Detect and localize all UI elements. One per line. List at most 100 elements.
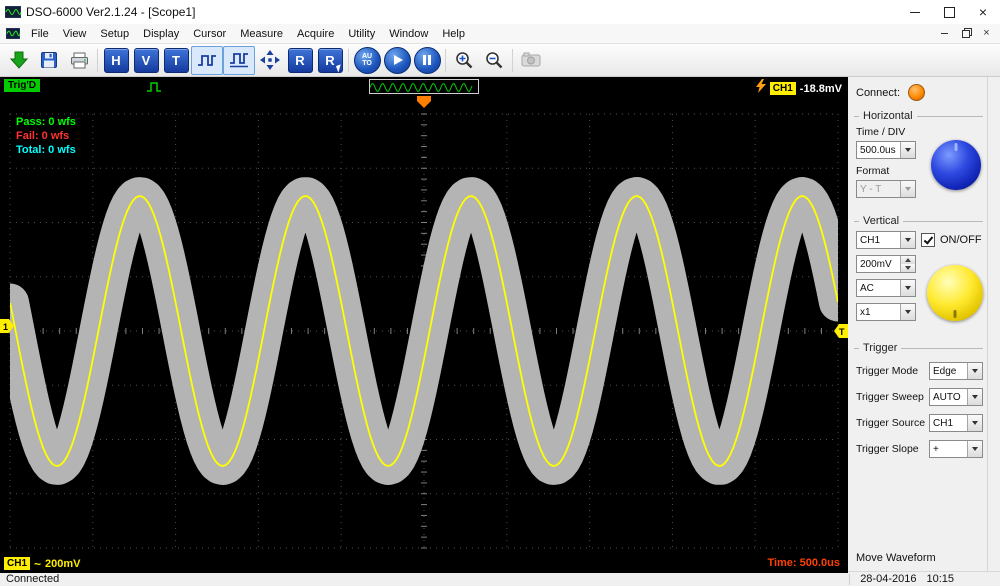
menu-cursor[interactable]: Cursor: [186, 24, 233, 43]
menu-view[interactable]: View: [56, 24, 94, 43]
menu-acquire[interactable]: Acquire: [290, 24, 341, 43]
probe-select[interactable]: x1: [856, 303, 916, 321]
dropdown-arrow-icon: [967, 441, 982, 457]
ch1-scale-readout: 200mV: [45, 558, 80, 570]
menu-measure[interactable]: Measure: [233, 24, 290, 43]
menu-help[interactable]: Help: [435, 24, 472, 43]
scope-bottom-bar: CH1 ~ 200mV Time: 500.0us: [0, 555, 848, 573]
scope-display[interactable]: Pass: 0 wfs Fail: 0 wfs Total: 0 wfs 1 T: [0, 95, 848, 555]
statusbar-divider: [849, 574, 850, 585]
connect-button[interactable]: [908, 84, 925, 101]
toolbar: H V T R R AUTO: [0, 44, 1000, 77]
trigger-mode-label: Trigger Mode: [856, 365, 929, 377]
zoom-out-icon: [484, 50, 504, 70]
knob-notch: [954, 310, 957, 318]
title-bar: DSO-6000 Ver2.1.24 - [Scope1] ×: [0, 0, 1000, 24]
pause-button[interactable]: [412, 47, 442, 74]
time-div-select[interactable]: 500.0us: [856, 141, 916, 159]
move-waveform-label: Move Waveform: [854, 550, 983, 568]
trig-level-value: -18.8mV: [800, 83, 842, 95]
trigger-sweep-select[interactable]: AUTO: [929, 388, 983, 406]
pass-fail-button[interactable]: [191, 46, 223, 75]
menu-setup[interactable]: Setup: [93, 24, 136, 43]
svg-text:T: T: [839, 327, 845, 337]
floppy-icon: [40, 51, 58, 69]
dropdown-arrow-icon: [900, 304, 915, 320]
timebase-readout: Time: 500.0us: [767, 557, 840, 569]
minimize-icon: [941, 33, 948, 34]
vertical-knob[interactable]: [927, 265, 983, 321]
print-button[interactable]: [64, 47, 94, 74]
control-panel: Connect: Horizontal Time / DIV 500.0us F…: [848, 77, 1000, 571]
trigger-mode-select[interactable]: Edge: [929, 362, 983, 380]
trigger-slope-select[interactable]: +: [929, 440, 983, 458]
restore-icon: [962, 30, 970, 38]
maximize-icon: [944, 7, 955, 18]
maximize-button[interactable]: [932, 0, 966, 24]
vertical-setup-button[interactable]: V: [131, 47, 161, 74]
status-bar: Connected 28-04-2016 10:15: [0, 571, 1000, 586]
minimize-icon: [910, 12, 920, 13]
close-icon: ×: [983, 28, 989, 39]
time-div-label: Time / DIV: [856, 126, 983, 138]
trigger-source-select[interactable]: CH1: [929, 414, 983, 432]
menu-file[interactable]: File: [24, 24, 56, 43]
window-title: DSO-6000 Ver2.1.24 - [Scope1]: [26, 5, 195, 19]
mdi-minimize-button[interactable]: [936, 27, 953, 41]
trigger-level-marker[interactable]: T: [834, 324, 848, 338]
pulse-icon: [197, 53, 217, 68]
snapshot-icon: [521, 52, 541, 68]
mdi-close-button[interactable]: ×: [978, 27, 995, 41]
coupling-symbol: ~: [34, 558, 41, 570]
knob-notch: [955, 143, 958, 151]
acquire-data-button[interactable]: [4, 47, 34, 74]
menu-window[interactable]: Window: [382, 24, 435, 43]
mdi-restore-button[interactable]: [957, 27, 974, 41]
minimize-button[interactable]: [898, 0, 932, 24]
close-button[interactable]: ×: [966, 0, 1000, 24]
trigger-sweep-label: Trigger Sweep: [856, 391, 929, 403]
trigger-group: Trigger Trigger Mode Edge Trigger Sweep …: [854, 335, 983, 466]
format-select: Y - T: [856, 180, 916, 198]
vertical-group: Vertical CH1 ON/OFF 200mV: [854, 208, 983, 335]
trig-preview-wave: [370, 84, 472, 92]
remote-button[interactable]: R: [315, 47, 345, 74]
total-count: Total: 0 wfs: [16, 144, 76, 156]
save-button[interactable]: [34, 47, 64, 74]
status-date: 28-04-2016: [860, 573, 916, 585]
close-icon: ×: [979, 5, 987, 19]
dropdown-arrow-icon: [967, 389, 982, 405]
run-button[interactable]: [382, 47, 412, 74]
trig-channel-badge[interactable]: CH1: [770, 82, 796, 95]
horizontal-group: Horizontal Time / DIV 500.0us Format Y -…: [854, 103, 983, 208]
waveform-envelope: [10, 196, 838, 466]
channel-select[interactable]: CH1: [856, 231, 916, 249]
trigger-status-bar: Trig'D CH1 -18.8mV: [0, 77, 848, 95]
waveform-record-button[interactable]: [223, 46, 255, 75]
menu-utility[interactable]: Utility: [341, 24, 382, 43]
menu-display[interactable]: Display: [136, 24, 186, 43]
pause-icon: [423, 55, 431, 65]
autoset-button[interactable]: AUTO: [352, 47, 382, 74]
dropdown-arrow-icon: [967, 415, 982, 431]
panel-scroll-track[interactable]: [987, 77, 988, 571]
autoscale-button[interactable]: [255, 47, 285, 74]
trigger-group-title: Trigger: [854, 342, 983, 354]
channel-onoff-checkbox[interactable]: [921, 233, 935, 247]
horizontal-setup-button[interactable]: H: [101, 47, 131, 74]
coupling-select[interactable]: AC: [856, 279, 916, 297]
horizontal-knob[interactable]: [931, 140, 981, 190]
memory-preview[interactable]: [369, 79, 479, 94]
zoom-out-button[interactable]: [479, 47, 509, 74]
onoff-label: ON/OFF: [940, 234, 982, 246]
spinner-arrows-icon[interactable]: [900, 256, 915, 272]
refresh-button[interactable]: R: [285, 47, 315, 74]
connect-label: Connect:: [856, 87, 900, 99]
dropdown-arrow-icon: [967, 363, 982, 379]
ch1-badge[interactable]: CH1: [4, 557, 30, 570]
trigger-setup-button[interactable]: T: [161, 47, 191, 74]
volts-div-spinner[interactable]: 200mV: [856, 255, 916, 273]
trigger-position-marker[interactable]: [417, 96, 431, 108]
zoom-in-button[interactable]: [449, 47, 479, 74]
dropdown-arrow-icon: [900, 181, 915, 197]
